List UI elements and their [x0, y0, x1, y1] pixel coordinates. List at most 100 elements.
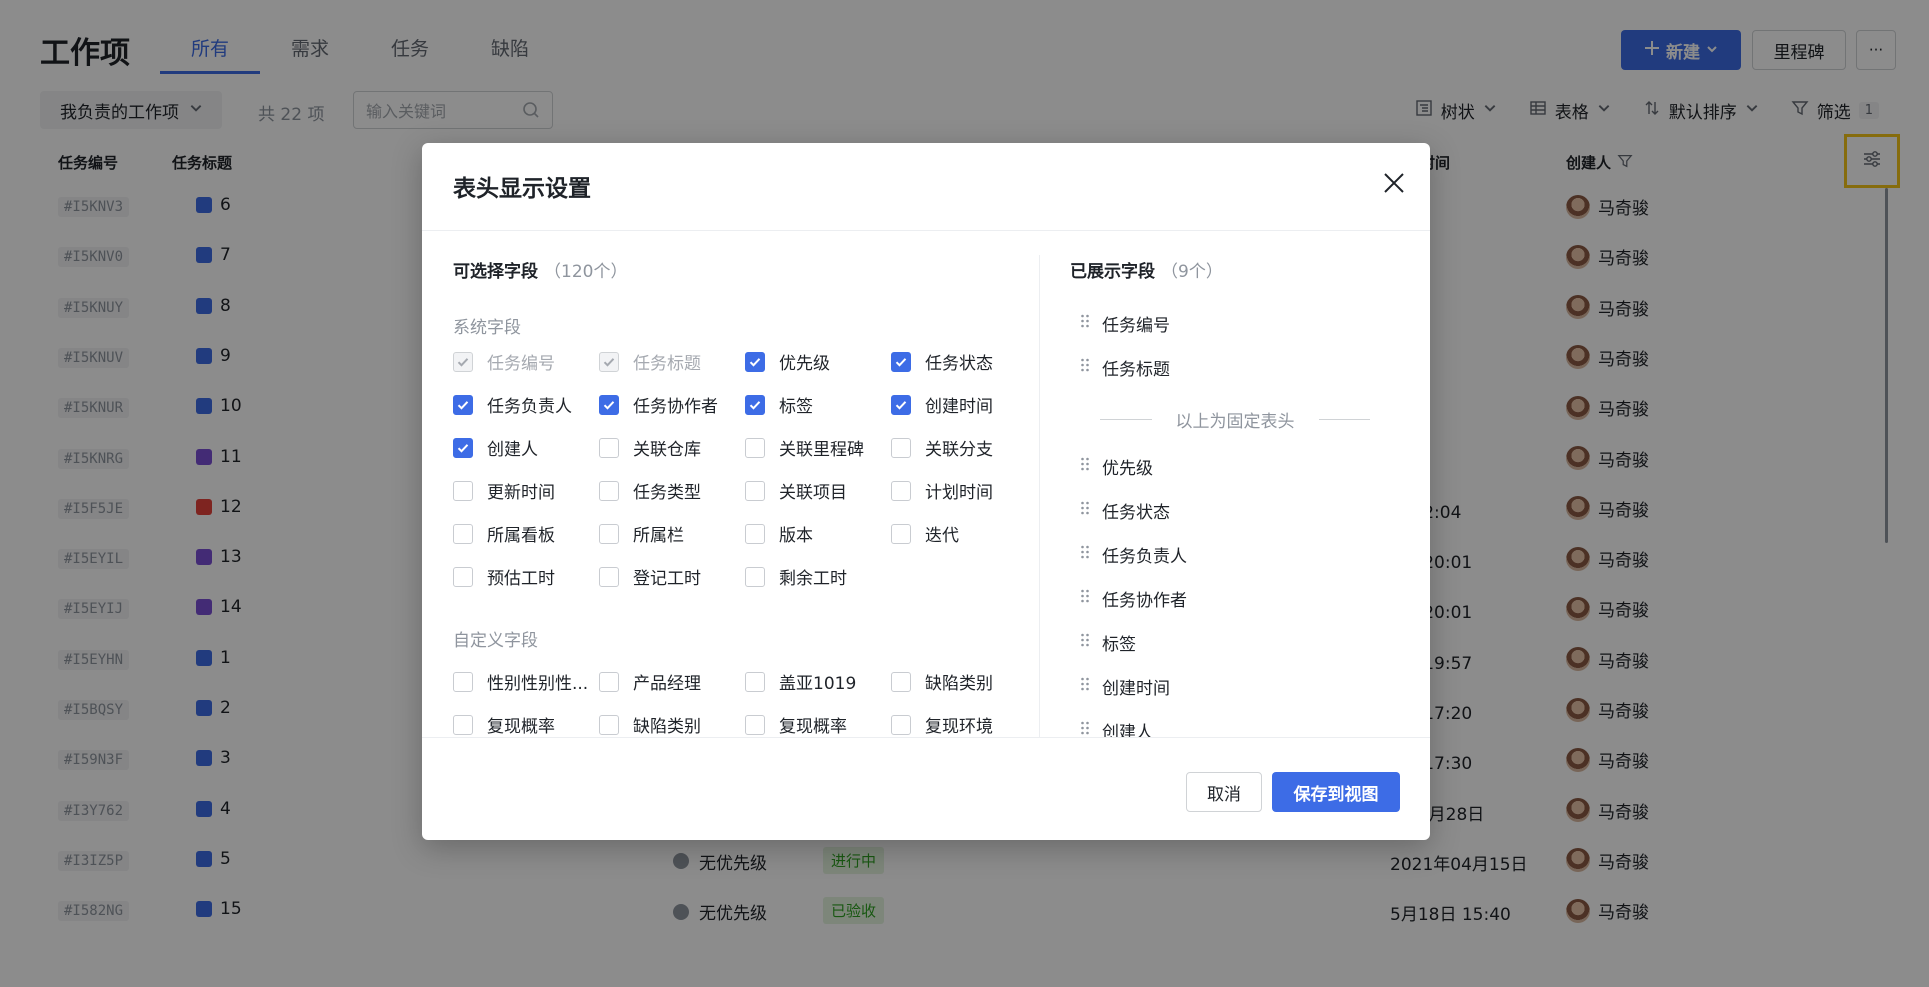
checkbox-empty-icon	[891, 480, 911, 501]
shown-field-label: 任务状态	[1102, 503, 1170, 523]
drag-handle-icon[interactable]	[1080, 357, 1090, 378]
field-label: 创建人	[487, 440, 538, 460]
field-label: 任务状态	[925, 354, 993, 374]
field-label: 版本	[779, 526, 813, 546]
cancel-button[interactable]: 取消	[1186, 772, 1262, 812]
field-checkbox[interactable]: 缺陷类别	[891, 669, 993, 694]
dialog-title: 表头显示设置	[453, 176, 591, 202]
field-label: 所属看板	[487, 526, 555, 546]
shown-field-item[interactable]: 任务状态	[1080, 498, 1170, 523]
field-checkbox[interactable]: 关联分支	[891, 435, 993, 460]
checkmark-icon	[599, 394, 619, 415]
checkbox-empty-icon	[599, 714, 619, 735]
field-checkbox[interactable]: 标签	[745, 392, 813, 417]
system-fields-label: 系统字段	[453, 318, 521, 338]
field-label: 更新时间	[487, 483, 555, 503]
checkbox-empty-icon	[745, 523, 765, 544]
field-checkbox[interactable]: 登记工时	[599, 564, 701, 589]
field-label: 所属栏	[633, 526, 684, 546]
field-checkbox[interactable]: 迭代	[891, 521, 959, 546]
field-label: 产品经理	[633, 674, 701, 694]
separator-line	[1318, 419, 1370, 420]
custom-fields-label: 自定义字段	[453, 631, 538, 651]
panel-divider	[1039, 255, 1040, 737]
field-checkbox: 任务标题	[599, 349, 701, 374]
drag-handle-icon[interactable]	[1080, 544, 1090, 565]
checkmark-icon	[891, 394, 911, 415]
field-checkbox[interactable]: 所属看板	[453, 521, 555, 546]
checkbox-empty-icon	[453, 566, 473, 587]
field-checkbox[interactable]: 关联项目	[745, 478, 847, 503]
field-checkbox[interactable]: 关联仓库	[599, 435, 701, 460]
field-checkbox[interactable]: 所属栏	[599, 521, 684, 546]
field-checkbox[interactable]: 创建人	[453, 435, 538, 460]
checkbox-empty-icon	[599, 437, 619, 458]
shown-field-item[interactable]: 任务协作者	[1080, 586, 1187, 611]
field-label: 关联分支	[925, 440, 993, 460]
field-checkbox[interactable]: 复现概率	[745, 712, 847, 737]
shown-field-item[interactable]: 任务编号	[1080, 311, 1170, 336]
checkbox-empty-icon	[599, 523, 619, 544]
shown-field-item[interactable]: 优先级	[1080, 454, 1153, 479]
field-checkbox[interactable]: 任务协作者	[599, 392, 718, 417]
checkbox-empty-icon	[599, 566, 619, 587]
drag-handle-icon[interactable]	[1080, 632, 1090, 653]
close-button[interactable]	[1376, 167, 1412, 203]
shown-title-text: 已展示字段	[1070, 262, 1155, 282]
field-label: 创建时间	[925, 397, 993, 417]
shown-field-label: 优先级	[1102, 459, 1153, 479]
field-checkbox[interactable]: 复现概率	[453, 712, 555, 737]
field-checkbox[interactable]: 复现环境	[891, 712, 993, 737]
field-label: 迭代	[925, 526, 959, 546]
shown-field-label: 创建时间	[1102, 679, 1170, 699]
drag-handle-icon[interactable]	[1080, 720, 1090, 737]
shown-field-item[interactable]: 创建时间	[1080, 674, 1170, 699]
shown-field-label: 标签	[1102, 635, 1136, 655]
checkbox-empty-icon	[745, 566, 765, 587]
field-label: 性别性别性...	[487, 674, 589, 694]
drag-handle-icon[interactable]	[1080, 676, 1090, 697]
drag-handle-icon[interactable]	[1080, 588, 1090, 609]
checkmark-icon	[453, 394, 473, 415]
shown-field-label: 任务负责人	[1102, 547, 1187, 567]
field-checkbox[interactable]: 关联里程碑	[745, 435, 864, 460]
field-checkbox[interactable]: 版本	[745, 521, 813, 546]
available-fields-title: 可选择字段 （120个）	[453, 257, 1001, 282]
field-label: 关联项目	[779, 483, 847, 503]
field-checkbox[interactable]: 更新时间	[453, 478, 555, 503]
field-label: 关联仓库	[633, 440, 701, 460]
drag-handle-icon[interactable]	[1080, 456, 1090, 477]
save-to-view-button[interactable]: 保存到视图	[1272, 772, 1400, 812]
available-fields-panel: 可选择字段 （120个） 系统字段 任务编号 任务标题 优先级 任务状态 任务负责人 任务协…	[453, 257, 1001, 737]
shown-fields-title: 已展示字段 （9个）	[1070, 257, 1400, 282]
field-checkbox[interactable]: 性别性别性...	[453, 669, 588, 694]
field-label: 任务标题	[633, 354, 701, 374]
field-checkbox[interactable]: 创建时间	[891, 392, 993, 417]
field-checkbox[interactable]: 剩余工时	[745, 564, 847, 589]
checkbox-empty-icon	[599, 480, 619, 501]
drag-handle-icon[interactable]	[1080, 313, 1090, 334]
drag-handle-icon[interactable]	[1080, 500, 1090, 521]
shown-field-item[interactable]: 任务标题	[1080, 355, 1170, 380]
checkmark-icon	[453, 351, 473, 372]
field-label: 缺陷类别	[633, 717, 701, 737]
field-checkbox[interactable]: 缺陷类别	[599, 712, 701, 737]
shown-field-item[interactable]: 任务负责人	[1080, 542, 1187, 567]
checkbox-empty-icon	[891, 671, 911, 692]
field-checkbox[interactable]: 任务状态	[891, 349, 993, 374]
checkmark-icon	[453, 437, 473, 458]
checkmark-icon	[599, 351, 619, 372]
field-checkbox[interactable]: 盖亚1019	[745, 669, 856, 694]
shown-field-item[interactable]: 标签	[1080, 630, 1136, 655]
field-label: 复现概率	[779, 717, 847, 737]
field-checkbox[interactable]: 任务类型	[599, 478, 701, 503]
checkbox-empty-icon	[891, 714, 911, 735]
field-checkbox[interactable]: 预估工时	[453, 564, 555, 589]
shown-field-item[interactable]: 创建人	[1080, 718, 1153, 737]
field-checkbox[interactable]: 产品经理	[599, 669, 701, 694]
field-checkbox[interactable]: 优先级	[745, 349, 830, 374]
field-label: 预估工时	[487, 569, 555, 589]
field-label: 任务负责人	[487, 397, 572, 417]
field-checkbox[interactable]: 计划时间	[891, 478, 993, 503]
field-checkbox[interactable]: 任务负责人	[453, 392, 572, 417]
